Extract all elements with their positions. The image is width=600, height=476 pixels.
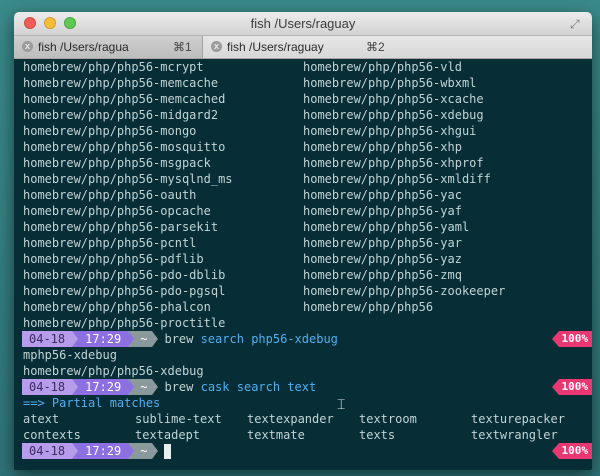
match-item: textexpander <box>247 412 334 426</box>
tab-2[interactable]: x fish /Users/raguay ⌘2 <box>203 36 592 58</box>
prompt-time: 17:29 <box>78 331 129 347</box>
badge-arrow-icon <box>551 331 559 347</box>
prompt-directory: ~ <box>134 379 153 395</box>
window-title: fish /Users/raguay <box>250 16 356 31</box>
text-cursor[interactable] <box>164 443 172 459</box>
partial-matches-row: atext sublime-text textexpander textroom… <box>23 411 583 427</box>
tab-1[interactable]: x fish /Users/ragua ⌘1 <box>14 36 203 58</box>
match-item: textmate <box>247 428 305 442</box>
tab-label: fish /Users/raguay <box>227 40 324 54</box>
prompt-directory: ~ <box>134 331 153 347</box>
listing-line: homebrew/php/php56-mongo <box>23 124 197 138</box>
listing-line: homebrew/php/php56-yar <box>303 236 462 250</box>
listing-line: homebrew/php/php56-oauth <box>23 188 197 202</box>
listing-line: homebrew/php/php56-zmq <box>303 268 462 282</box>
listing-line: homebrew/php/php56-memcached <box>23 92 226 106</box>
tab-shortcut: ⌘2 <box>366 40 385 54</box>
listing-line: homebrew/php/php56-msgpack <box>23 156 211 170</box>
match-item: contexts <box>23 428 81 442</box>
prompt-date: 04-18 <box>22 331 73 347</box>
status-badge: 100% <box>551 331 592 347</box>
listing-line: homebrew/php/php56-parsekit <box>23 220 219 234</box>
active-prompt-line[interactable]: 04-18 17:29 ~ <box>22 443 172 459</box>
listing-line: homebrew/php/php56-mcrypt <box>23 60 204 74</box>
badge-arrow-icon <box>551 379 559 395</box>
prompt-time: 17:29 <box>78 379 129 395</box>
listing-line: homebrew/php/php56-memcache <box>23 76 219 90</box>
listing-line: homebrew/php/php56 <box>303 300 434 314</box>
fullscreen-arrows-icon[interactable]: ⤢ <box>570 17 584 31</box>
listing-line: homebrew/php/php56-yac <box>303 188 462 202</box>
tab-label: fish /Users/ragua <box>38 40 129 54</box>
prompt-date: 04-18 <box>22 379 73 395</box>
tab-close-icon[interactable]: x <box>22 41 33 52</box>
listing-line: homebrew/php/php56-xhgui <box>303 124 477 138</box>
listing-line: homebrew/php/php56-mosquitto <box>23 140 226 154</box>
listing-line: homebrew/php/php56-proctitle <box>23 316 226 330</box>
prompt-line: 04-18 17:29 ~ brew search php56-xdebug <box>22 331 338 347</box>
command-name: brew <box>164 332 201 346</box>
listing-line: homebrew/php/php56-wbxml <box>303 76 477 90</box>
listing-line: homebrew/php/php56-mysqlnd_ms <box>23 172 233 186</box>
prompt-directory: ~ <box>134 443 153 459</box>
tab-shortcut: ⌘1 <box>173 40 192 54</box>
prompt-time: 17:29 <box>78 443 129 459</box>
match-item: atext <box>23 412 60 426</box>
match-item: sublime-text <box>135 412 222 426</box>
command-arg: search text <box>236 380 317 394</box>
command-name: brew <box>164 380 201 394</box>
segment-separator-icon <box>152 379 159 395</box>
terminal-window: fish /Users/raguay ⤢ x fish /Users/ragua… <box>14 12 592 470</box>
output-line: mphp56-xdebug <box>23 348 117 362</box>
command-arg: search <box>200 332 244 346</box>
command-text: brew search php56-xdebug <box>164 331 337 347</box>
terminal-output[interactable]: homebrew/php/php56-mcrypt homebrew/php/p… <box>14 59 592 470</box>
status-value: 100% <box>558 443 592 459</box>
ibeam-cursor-icon: ⌶ <box>337 397 346 413</box>
match-item: textwrangler <box>471 428 558 442</box>
listing-line: homebrew/php/php56-pdflib <box>23 252 204 266</box>
segment-separator-icon <box>152 331 159 347</box>
prompt-date: 04-18 <box>22 443 73 459</box>
listing-line: homebrew/php/php56-yaz <box>303 252 462 266</box>
title-bar[interactable]: fish /Users/raguay ⤢ <box>14 12 592 36</box>
listing-line: homebrew/php/php56-midgard2 <box>23 108 219 122</box>
match-item: textroom <box>359 412 417 426</box>
listing-line: homebrew/php/php56-opcache <box>23 204 211 218</box>
command-space <box>230 380 237 394</box>
status-badge: 100% <box>551 379 592 395</box>
command-arg: cask <box>200 380 230 394</box>
match-item: textadept <box>135 428 201 442</box>
tab-bar: x fish /Users/ragua ⌘1 x fish /Users/rag… <box>14 36 592 59</box>
listing-line: homebrew/php/php56-yaf <box>303 204 462 218</box>
listing-line: homebrew/php/php56-zookeeper <box>303 284 506 298</box>
listing-line: homebrew/php/php56-xmldiff <box>303 172 491 186</box>
prompt-line: 04-18 17:29 ~ brew cask search text <box>22 379 316 395</box>
listing-line: homebrew/php/php56-xhprof <box>303 156 484 170</box>
partial-matches-row: contexts textadept textmate texts textwr… <box>23 427 583 443</box>
tab-close-icon[interactable]: x <box>211 41 222 52</box>
output-line: homebrew/php/php56-xdebug <box>23 364 204 378</box>
status-badge: 100% <box>551 443 592 459</box>
command-text: brew cask search text <box>164 379 316 395</box>
listing-line: homebrew/php/php56-xhp <box>303 140 462 154</box>
listing-line: homebrew/php/php56-vld <box>303 60 462 74</box>
listing-line: homebrew/php/php56-pcntl <box>23 236 197 250</box>
match-item: texturepacker <box>471 412 565 426</box>
status-value: 100% <box>558 331 592 347</box>
listing-line: homebrew/php/php56-yaml <box>303 220 470 234</box>
listing-line: homebrew/php/php56-phalcon <box>23 300 211 314</box>
match-item: texts <box>359 428 396 442</box>
listing-line: homebrew/php/php56-pdo-dblib <box>23 268 226 282</box>
listing-line: homebrew/php/php56-pdo-pgsql <box>23 284 226 298</box>
listing-line: homebrew/php/php56-xcache <box>303 92 484 106</box>
segment-separator-icon <box>152 443 159 459</box>
partial-matches-header: ==> Partial matches <box>23 396 161 410</box>
command-arg: php56-xdebug <box>251 332 338 346</box>
status-value: 100% <box>558 379 592 395</box>
listing-line: homebrew/php/php56-xdebug <box>303 108 484 122</box>
badge-arrow-icon <box>551 443 559 459</box>
